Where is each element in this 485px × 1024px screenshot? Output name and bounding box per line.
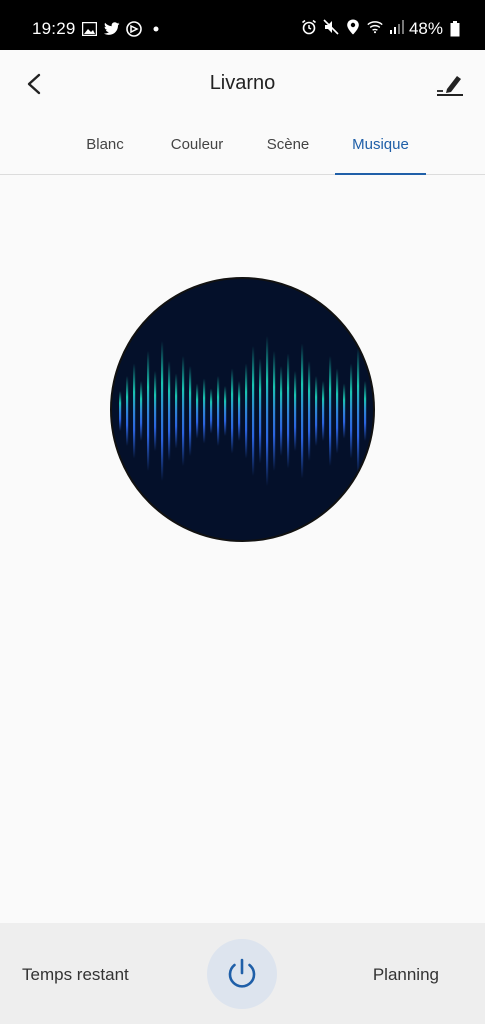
visualizer-bar <box>189 366 192 456</box>
visualizer-bar <box>357 348 360 474</box>
visualizer-bar <box>315 376 318 446</box>
visualizer-graphic <box>119 336 367 486</box>
active-tab-indicator <box>335 173 426 175</box>
visualizer-bar <box>252 346 255 476</box>
app-icon <box>125 21 142 37</box>
visualizer-bar <box>322 381 325 441</box>
battery-icon <box>447 21 463 37</box>
visualizer-bar <box>224 386 227 436</box>
power-button[interactable] <box>207 939 277 1009</box>
tab-scene[interactable]: Scène <box>243 136 333 153</box>
timer-button[interactable]: Temps restant <box>22 965 129 985</box>
visualizer-bar <box>154 371 157 451</box>
status-left: 19:29 <box>32 19 164 39</box>
visualizer-bar <box>147 351 150 471</box>
visualizer-bar <box>161 341 164 481</box>
visualizer-bar <box>217 376 220 446</box>
visualizer-bar <box>329 356 332 466</box>
visualizer-bar <box>350 363 353 459</box>
status-bar: 19:29 48% <box>0 0 485 50</box>
alarm-icon <box>301 19 317 35</box>
wifi-icon <box>367 19 383 35</box>
visualizer-bar <box>196 383 199 439</box>
visualizer-bar <box>182 356 185 466</box>
gallery-icon <box>82 21 98 37</box>
page-title: Livarno <box>209 72 276 94</box>
tab-couleur[interactable]: Couleur <box>152 136 242 153</box>
visualizer-bar <box>119 391 122 431</box>
visualizer-bar <box>343 383 346 439</box>
status-time: 19:29 <box>32 19 76 38</box>
visualizer-bar <box>245 363 248 459</box>
visualizer-bar <box>308 361 311 461</box>
twitter-icon <box>103 21 120 37</box>
visualizer-bar <box>266 336 269 486</box>
visualizer-bar <box>280 366 283 456</box>
edit-button[interactable] <box>433 68 467 102</box>
bottom-bar: Temps restant Planning <box>0 923 485 1024</box>
visualizer-bar <box>259 358 262 464</box>
visualizer-bar <box>168 361 171 461</box>
tab-blanc[interactable]: Blanc <box>60 136 150 153</box>
visualizer-bar <box>133 363 136 459</box>
visualizer-bar <box>238 381 241 441</box>
tab-bar: Blanc Couleur Scène Musique <box>0 120 485 175</box>
power-icon <box>228 958 256 988</box>
signal-icon <box>389 19 405 35</box>
visualizer-bar <box>273 351 276 471</box>
location-icon <box>345 19 361 35</box>
battery-percent: 48% <box>408 19 443 38</box>
visualizer-bar <box>301 343 304 479</box>
visualizer-bar <box>175 373 178 449</box>
visualizer-bar <box>231 368 234 454</box>
music-visualizer <box>110 277 375 542</box>
status-right <box>301 19 405 35</box>
visualizer-bar <box>364 381 367 441</box>
visualizer-bar <box>140 381 143 441</box>
visualizer-bar <box>203 378 206 444</box>
schedule-button[interactable]: Planning <box>373 965 439 985</box>
app-header: Livarno <box>0 50 485 120</box>
mute-icon <box>323 19 339 35</box>
visualizer-bar <box>336 368 339 454</box>
visualizer-bar <box>294 371 297 451</box>
visualizer-bar <box>126 376 129 446</box>
visualizer-bar <box>287 353 290 469</box>
dot-icon <box>148 21 164 37</box>
visualizer-bar <box>210 388 213 434</box>
battery-status: 48% <box>409 19 463 39</box>
tab-musique[interactable]: Musique <box>335 136 426 153</box>
visualizer-bars <box>119 336 367 486</box>
edit-icon <box>437 76 463 96</box>
